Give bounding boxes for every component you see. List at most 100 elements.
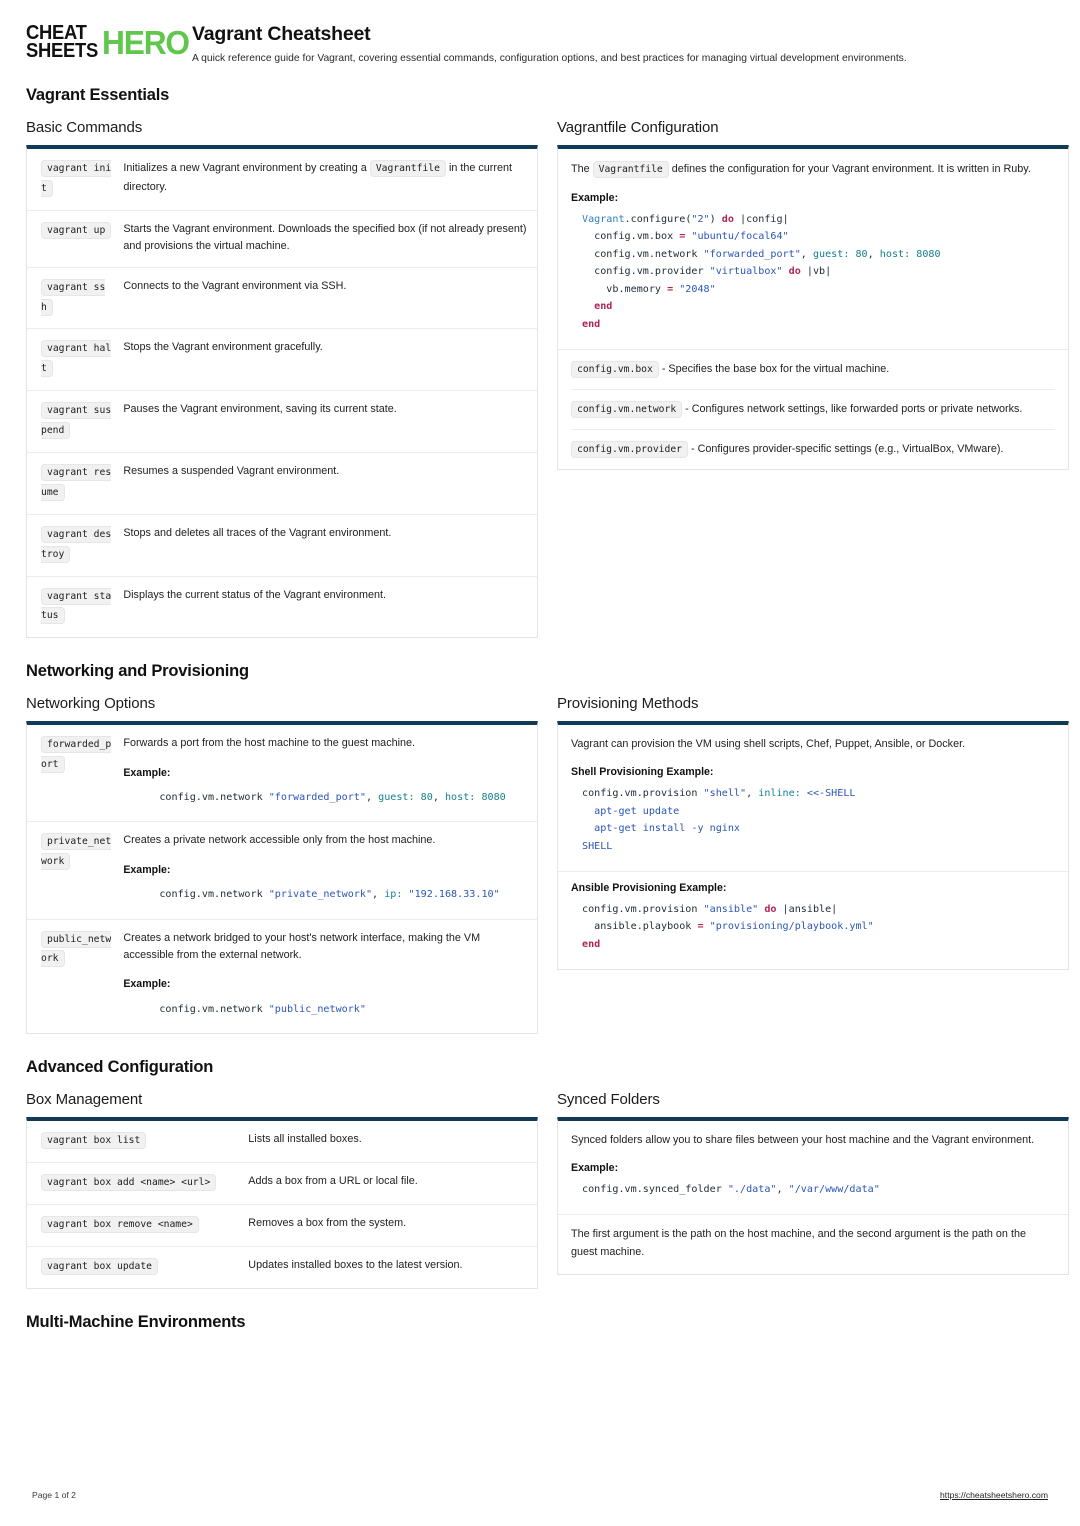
- subheading-box-management: Box Management: [26, 1091, 143, 1109]
- synced-folders-intro: Synced folders allow you to share files …: [571, 1134, 1035, 1147]
- cell-option: private_network: [27, 821, 122, 920]
- vagrantfile-intro: The Vagrantfile defines the configuratio…: [571, 160, 1055, 180]
- example-label: Example:: [123, 863, 171, 876]
- page-footer: Page 1 of 2 https://cheatsheetshero.com: [0, 1490, 1080, 1500]
- panel-networking-options: forwarded_port Forwards a port from the …: [26, 721, 538, 1035]
- vagrantfile-definitions: config.vm.box - Specifies the base box f…: [558, 348, 1068, 469]
- command-chip: vagrant box add <name> <url>: [41, 1173, 217, 1191]
- command-chip: vagrant resume: [41, 463, 112, 501]
- option-chip: forwarded_port: [41, 736, 112, 774]
- panel-provisioning-methods: Vagrant can provision the VM using shell…: [557, 721, 1069, 971]
- table-row: vagrant box update Updates installed box…: [27, 1245, 537, 1288]
- code-block-vagrantfile: Vagrant.configure("2") do |config| confi…: [582, 213, 941, 330]
- cell-description: Updates installed boxes to the latest ve…: [246, 1245, 537, 1288]
- inline-code-chip: config.vm.provider: [571, 440, 688, 458]
- definition-text: - Configures network settings, like forw…: [682, 402, 1023, 415]
- code-block-private-network: config.vm.network "private_network", ip:…: [159, 889, 500, 901]
- command-chip: vagrant init: [41, 159, 112, 197]
- table-row: vagrant resume Resumes a suspended Vagra…: [27, 451, 537, 515]
- col-synced-folders: Synced Folders Synced folders allow you …: [557, 1091, 1069, 1275]
- cell-description: Resumes a suspended Vagrant environment.: [121, 451, 537, 515]
- table-box-management: vagrant box list Lists all installed box…: [27, 1121, 537, 1288]
- logo-wordmark: CHEAT SHEETS: [26, 23, 104, 63]
- table-row: vagrant destroy Stops and deletes all tr…: [27, 513, 537, 577]
- option-chip: public_network: [41, 930, 112, 968]
- cell-description: Forwards a port from the host machine to…: [121, 725, 537, 822]
- synced-folders-note: The first argument is the path on the ho…: [571, 1228, 1026, 1259]
- intro-pre: The: [571, 162, 593, 175]
- inline-code-chip: Vagrantfile: [369, 159, 446, 177]
- logo-hero-text: HERO: [102, 23, 190, 61]
- cell-description: Creates a private network accessible onl…: [121, 821, 537, 920]
- section-heading-networking: Networking and Provisioning: [26, 662, 249, 681]
- col-basic-commands: Basic Commands vagrant init Initializes …: [26, 119, 538, 639]
- definition-item: config.vm.box - Specifies the base box f…: [571, 350, 1055, 389]
- cell-description: Pauses the Vagrant environment, saving i…: [121, 390, 537, 453]
- intro-post: defines the configuration for your Vagra…: [668, 162, 1031, 175]
- command-chip: vagrant box list: [41, 1132, 147, 1150]
- inline-code-chip: config.vm.network: [571, 400, 683, 418]
- ansible-example-label: Ansible Provisioning Example:: [571, 881, 727, 894]
- subheading-provisioning-methods: Provisioning Methods: [557, 695, 699, 713]
- table-row: public_network Creates a network bridged…: [27, 918, 537, 1034]
- command-chip: vagrant suspend: [41, 402, 112, 440]
- logo-line-2: SHEETS: [26, 40, 98, 63]
- option-desc: Forwards a port from the host machine to…: [123, 737, 416, 750]
- row-networking: Networking Options forwarded_port Forwar…: [26, 695, 1069, 1035]
- cell-command: vagrant resume: [27, 451, 122, 515]
- subheading-networking-options: Networking Options: [26, 695, 156, 713]
- code-block-public-network: config.vm.network "public_network": [159, 1003, 366, 1015]
- desc-pre: Initializes a new Vagrant environment by…: [123, 161, 370, 174]
- panel-body-vagrantfile: The Vagrantfile defines the configuratio…: [558, 149, 1068, 349]
- section-heading-multimachine: Multi-Machine Environments: [26, 1312, 246, 1331]
- cell-command: vagrant box update: [27, 1245, 247, 1288]
- command-chip: vagrant ssh: [41, 278, 106, 316]
- row-essentials: Basic Commands vagrant init Initializes …: [26, 119, 1069, 639]
- option-chip: private_network: [41, 833, 112, 871]
- provisioning-intro: Vagrant can provision the VM using shell…: [571, 738, 966, 751]
- table-row: vagrant suspend Pauses the Vagrant envir…: [27, 390, 537, 453]
- table-row: vagrant ssh Connects to the Vagrant envi…: [27, 266, 537, 329]
- cheatsheet-page: CHEAT SHEETS HERO Vagrant Cheatsheet A q…: [0, 0, 1080, 1526]
- cell-description: Connects to the Vagrant environment via …: [121, 266, 537, 329]
- table-row: vagrant up Starts the Vagrant environmen…: [27, 209, 537, 268]
- section-heading-advanced: Advanced Configuration: [26, 1058, 214, 1077]
- table-row: vagrant status Displays the current stat…: [27, 575, 537, 638]
- panel-body-synced-folders: Synced folders allow you to share files …: [558, 1121, 1068, 1214]
- table-row: forwarded_port Forwards a port from the …: [27, 725, 537, 822]
- command-chip: vagrant halt: [41, 340, 112, 378]
- cell-command: vagrant halt: [27, 328, 122, 391]
- cell-description: Creates a network bridged to your host's…: [121, 918, 537, 1034]
- col-provisioning-methods: Provisioning Methods Vagrant can provisi…: [557, 695, 1069, 971]
- cell-description: Removes a box from the system.: [246, 1203, 537, 1247]
- cell-description: Adds a box from a URL or local file.: [246, 1161, 537, 1205]
- cheatsheetshero-logo: CHEAT SHEETS HERO: [26, 22, 190, 63]
- definition-text: - Configures provider-specific settings …: [687, 442, 1004, 455]
- definition-item: config.vm.network - Configures network s…: [571, 388, 1055, 429]
- cell-description: Displays the current status of the Vagra…: [121, 575, 537, 638]
- cell-command: vagrant up: [27, 209, 122, 268]
- page-subtitle: A quick reference guide for Vagrant, cov…: [192, 53, 907, 64]
- cell-command: vagrant ssh: [27, 266, 122, 329]
- subheading-vagrantfile: Vagrantfile Configuration: [557, 118, 719, 136]
- header-text-block: Vagrant Cheatsheet A quick reference gui…: [192, 22, 907, 66]
- code-block-shell-provisioning: config.vm.provision "shell", inline: <<-…: [582, 788, 856, 852]
- footer-site-link[interactable]: https://cheatsheetshero.com: [940, 1490, 1048, 1500]
- panel-box-management: vagrant box list Lists all installed box…: [26, 1117, 538, 1289]
- panel-vagrantfile: The Vagrantfile defines the configuratio…: [557, 144, 1069, 470]
- cell-description: Stops and deletes all traces of the Vagr…: [121, 513, 537, 577]
- command-chip: vagrant box remove <name>: [41, 1215, 199, 1233]
- panel-body-synced-note: The first argument is the path on the ho…: [558, 1215, 1068, 1274]
- example-label: Example:: [123, 978, 171, 991]
- example-label: Example:: [123, 766, 171, 779]
- footer-page-number: Page 1 of 2: [32, 1490, 76, 1500]
- cell-command: vagrant box remove <name>: [27, 1203, 247, 1247]
- cell-description: Lists all installed boxes.: [248, 1133, 362, 1146]
- option-desc: Creates a private network accessible onl…: [123, 834, 436, 847]
- inline-code-chip: Vagrantfile: [592, 160, 669, 178]
- table-row: vagrant halt Stops the Vagrant environme…: [27, 328, 537, 391]
- command-chip: vagrant status: [41, 587, 112, 625]
- definition-item: config.vm.provider - Configures provider…: [571, 428, 1055, 469]
- shell-example-label: Shell Provisioning Example:: [571, 766, 714, 779]
- example-label: Example:: [571, 1161, 619, 1174]
